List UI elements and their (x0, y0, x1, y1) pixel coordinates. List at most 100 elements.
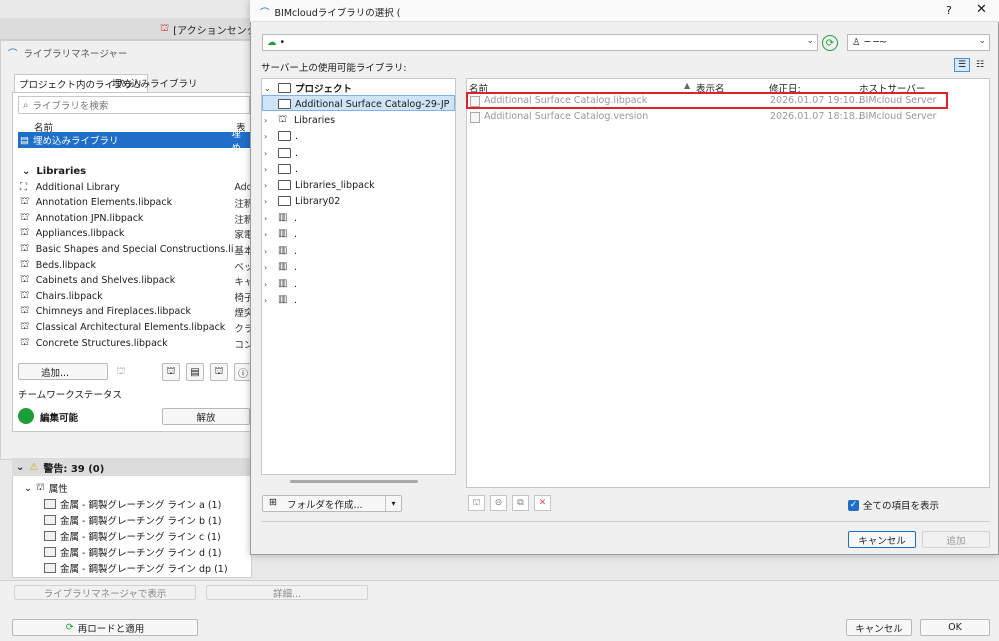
libraries-section-header[interactable]: ⌄ Libraries (22, 166, 86, 177)
list-view-icon[interactable]: ☰ (954, 58, 970, 72)
library-row[interactable]: ⛫ Classical Architectural Elements.libpac… (20, 320, 252, 335)
chevron-right-icon: › (264, 131, 268, 141)
dialog-add-button[interactable]: 追加 (922, 531, 990, 548)
tree-item-libraries[interactable]: › ⛫ Libraries (264, 112, 335, 128)
tree-item-project-file[interactable]: › ▥. (264, 292, 297, 308)
library-row[interactable]: ⛫ Appliances.libpack 家電 (20, 226, 252, 241)
library-icon: ⛫ (20, 196, 30, 207)
details-button[interactable]: 詳細... (206, 585, 368, 600)
show-all-label: 全ての項目を表示 (863, 501, 940, 512)
tree-item-project-file[interactable]: › ▥. (264, 276, 297, 292)
warning-item[interactable]: 金属 - 鋼製グレーチング ライン a (1) (44, 497, 221, 511)
show-all-checkbox[interactable]: ✓ 全ての項目を表示 (848, 498, 939, 512)
create-folder-button[interactable]: ⊞ フォルダを作成... ▾ (262, 495, 402, 512)
warning-item-label: 金属 - 鋼製グレーチング ライン b (1) (60, 516, 222, 527)
library-add-icon[interactable]: ⛫ (468, 495, 485, 511)
horizontal-scrollbar[interactable] (290, 480, 418, 483)
library-icon: ⛫ (20, 274, 30, 285)
library-name: Chairs.libpack (35, 291, 103, 302)
folder-icon (278, 83, 291, 93)
warnings-header[interactable]: ⌄ ⚠ 警告: 39 (0) (12, 458, 252, 476)
document-icon: ▤ (20, 134, 29, 146)
file-list (466, 78, 990, 488)
tree-item-label: . (295, 130, 299, 142)
library-row[interactable]: ⛫ Beds.libpack ベッ (20, 258, 252, 273)
warning-item-label: 金属 - 鋼製グレーチング ライン dp (1) (60, 564, 228, 575)
divider (261, 521, 990, 522)
library-row[interactable]: ⛫ Annotation JPN.libpack 注釈 (20, 211, 252, 226)
library-copy-icon[interactable]: ⧉ (512, 495, 529, 511)
server-select-value: • (279, 37, 286, 48)
warning-item[interactable]: 金属 - 鋼製グレーチング ライン d (1) (44, 545, 222, 559)
tree-item-label: Library02 (295, 195, 341, 207)
chevron-right-icon: › (264, 262, 268, 272)
close-button[interactable]: ✕ (976, 2, 987, 17)
tree-item-selected[interactable]: Additional Surface Catalog-29-JPN-3 (278, 96, 449, 112)
document-icon[interactable]: ▤ (186, 363, 204, 381)
tree-item-label: プロジェクト (295, 84, 353, 95)
file-modified: 2026.01.07 18:18... (770, 111, 864, 122)
tree-item-project-file[interactable]: › ▥. (264, 210, 297, 226)
tree-item-project-file[interactable]: › ▥. (264, 226, 297, 242)
warning-item[interactable]: 金属 - 鋼製グレーチング ライン dp (1) (44, 561, 228, 575)
library-row[interactable]: ⛫ Chimneys and Fireplaces.libpack 煙突 (20, 304, 252, 319)
chevron-down-icon: ⌄ (264, 83, 271, 93)
ok-button[interactable]: OK (920, 619, 990, 636)
library-icon: ⛫ (20, 212, 30, 223)
warning-item[interactable]: 金属 - 鋼製グレーチング ライン b (1) (44, 513, 222, 527)
refresh-icon[interactable]: ⟳ (822, 35, 838, 51)
server-select[interactable]: ☁ • ⌄ (262, 34, 818, 51)
tree-item-project-file[interactable]: › ▥. (264, 243, 297, 259)
tree-item-folder[interactable]: ›. (264, 145, 298, 161)
library-row[interactable]: ⛫ Annotation Elements.libpack 注釈 (20, 195, 252, 210)
tree-item-label: . (294, 294, 298, 306)
library-icon[interactable]: ⛫ (112, 363, 130, 381)
file-row[interactable]: Additional Surface Catalog.version 2026.… (470, 110, 980, 125)
library-manager-title-text: ライブラリマネージャー (23, 49, 128, 60)
library-upload-icon[interactable]: ⛫ (162, 363, 180, 381)
library-row[interactable]: ⛫ Cabinets and Shelves.libpack キャ (20, 273, 252, 288)
refresh-icon: ⟳ (65, 622, 74, 633)
tree-item-libraries-libpack[interactable]: › Libraries_libpack (264, 177, 375, 193)
warning-item-label: 金属 - 鋼製グレーチング ライン a (1) (60, 500, 222, 511)
add-library-button[interactable]: 追加... (18, 363, 108, 380)
library-name: Appliances.libpack (35, 228, 125, 239)
tree-item-label: . (294, 228, 298, 240)
library-icon[interactable]: ⛫ (210, 363, 228, 381)
reload-apply-button[interactable]: ⟳ 再ロードと適用 (12, 619, 198, 636)
warning-item-label: 金属 - 鋼製グレーチング ライン c (1) (60, 532, 221, 543)
library-icon: ⛫ (20, 321, 30, 332)
library-row[interactable]: ⛫ Chairs.libpack 椅子 (20, 289, 252, 304)
action-center-icon: ⛫ (160, 23, 170, 34)
show-in-library-manager-button[interactable]: ライブラリマネージャで表示 (14, 585, 196, 600)
library-row[interactable]: ⛶ Additional Library Add (20, 180, 252, 195)
teamwork-status-label: チームワークステータス (18, 390, 122, 401)
attribute-group[interactable]: ⌄ ⛫ 属性 (24, 481, 68, 495)
tab-embedded-libraries[interactable]: 埋め込みライブラリ (108, 74, 202, 92)
search-icon: ⌕ (23, 99, 29, 111)
user-select[interactable]: ♙ ─ ─~ ⌄ (847, 34, 990, 51)
tree-item-folder[interactable]: ›. (264, 161, 298, 177)
cancel-button[interactable]: キャンセル (846, 619, 912, 636)
embedded-library-row[interactable]: ▤ 埋め込みライブラリ 埋め (18, 129, 250, 154)
tree-item-library02[interactable]: › Library02 (264, 193, 340, 209)
help-button[interactable]: ? (946, 4, 952, 17)
library-search-input[interactable]: ⌕ ライブラリを検索 (18, 96, 250, 114)
tree-item-folder[interactable]: ›. (264, 128, 298, 144)
dialog-cancel-button[interactable]: キャンセル (848, 531, 916, 548)
library-remove-icon[interactable]: ⊝ (490, 495, 507, 511)
tree-item-project-file[interactable]: › ▥. (264, 259, 297, 275)
library-row[interactable]: ⛫ Basic Shapes and Special Constructions.… (20, 242, 252, 257)
tree-item-project[interactable]: ⌄ プロジェクト (264, 80, 352, 96)
tree-item-label: Libraries_libpack (295, 179, 375, 191)
library-list-header: 名前 表示 (18, 120, 250, 148)
chevron-down-icon[interactable]: ▾ (385, 496, 401, 511)
release-button[interactable]: 解放 (162, 408, 250, 425)
warning-item[interactable]: 金属 - 鋼製グレーチング ライン c (1) (44, 529, 221, 543)
library-row[interactable]: ⛫ Concrete Structures.libpack コン (20, 336, 252, 351)
folder-icon (278, 164, 291, 174)
delete-icon[interactable]: ✕ (534, 495, 551, 511)
chevron-right-icon: › (264, 148, 268, 158)
attribute-group-label: 属性 (48, 484, 68, 495)
detail-view-icon[interactable]: ☷ (972, 58, 988, 72)
